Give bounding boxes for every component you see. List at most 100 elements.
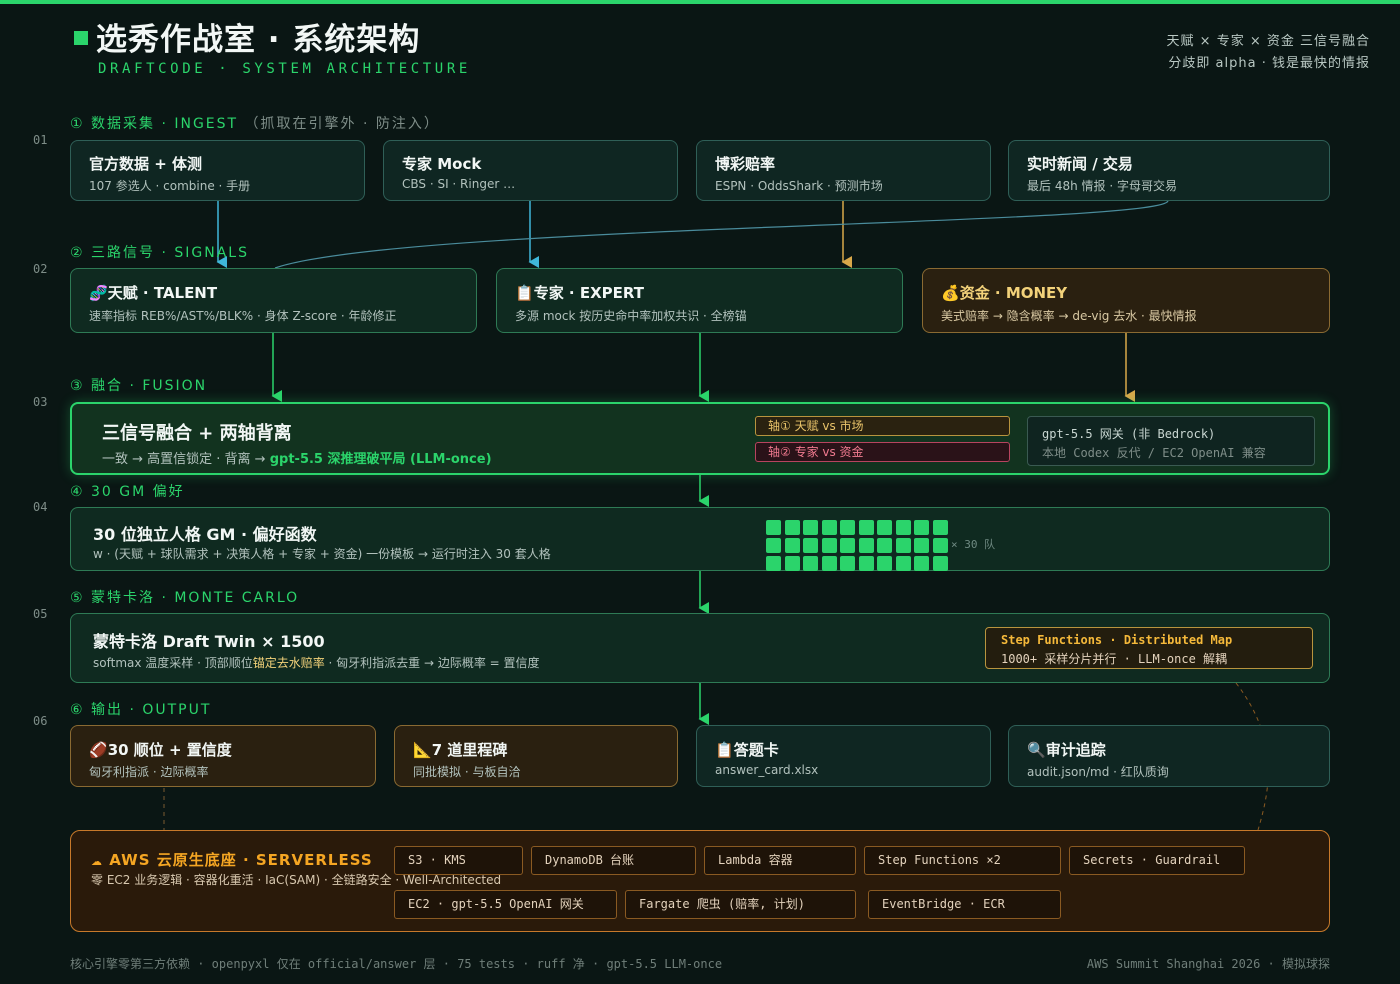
team-square: [932, 556, 948, 571]
mc-subtitle-a: softmax 温度采样 · 顶部顺位: [93, 656, 253, 670]
mc-title: 蒙特卡洛 Draft Twin × 1500: [93, 632, 325, 651]
team-square: [766, 520, 781, 535]
gm-title: 30 位独立人格 GM · 偏好函数: [93, 525, 317, 544]
chip-s3-kms: S3 · KMS: [394, 846, 523, 875]
chip-dynamodb: DynamoDB 台账: [531, 846, 696, 875]
gateway-title: gpt-5.5 网关 (非 Bedrock): [1042, 427, 1216, 441]
box-title: 💰资金 · MONEY: [941, 282, 1067, 303]
axis1-pill: 轴① 天赋 vs 市场: [755, 416, 1010, 436]
box-title: 实时新闻 / 交易: [1027, 155, 1133, 173]
dna-icon: 🧬: [89, 284, 108, 302]
box-subtitle: 同批模拟 · 与板自洽: [413, 765, 521, 779]
output-milestones-title: 7 道里程碑: [431, 741, 508, 759]
box-title: 📋专家 · EXPERT: [515, 282, 644, 303]
fusion-subtitle: 一致 → 高置信锁定 · 背离 → gpt-5.5 深推理破平局 (LLM-on…: [102, 448, 492, 467]
step-functions-box: Step Functions · Distributed Map 1000+ 采…: [985, 627, 1313, 669]
section-ingest-note: （抓取在引擎外 · 防注入）: [244, 116, 440, 132]
output-rankings: 🏈30 顺位 + 置信度 匈牙利指派 · 边际概率: [70, 725, 376, 787]
ingest-official-data: 官方数据 + 体测 107 参选人 · combine · 手册: [70, 140, 365, 201]
team-square: [895, 538, 911, 553]
section-fusion-label: ③ 融合 · FUSION: [70, 378, 208, 394]
team-square: [858, 538, 874, 553]
team-square: [895, 520, 911, 535]
box-subtitle: 匈牙利指派 · 边际概率: [89, 765, 209, 779]
team-square: [784, 538, 800, 553]
team-square: [803, 538, 818, 553]
chip-ec2-gateway: EC2 · gpt-5.5 OpenAI 网关: [394, 890, 617, 919]
team-square: [858, 556, 874, 571]
team-square: [932, 520, 948, 535]
box-subtitle: ESPN · OddsShark · 预测市场: [715, 179, 883, 193]
output-audit-title: 审计追踪: [1045, 741, 1106, 759]
team-square: [914, 520, 929, 535]
box-subtitle: 最后 48h 情报 · 字母哥交易: [1027, 179, 1177, 193]
team-square: [766, 556, 781, 571]
fusion-box: 三信号融合 + 两轴背离 一致 → 高置信锁定 · 背离 → gpt-5.5 深…: [70, 402, 1330, 475]
ingest-expert-mock: 专家 Mock CBS · SI · Ringer …: [383, 140, 678, 201]
money-bag-icon: 💰: [941, 284, 960, 302]
footer-right: AWS Summit Shanghai 2026 · 模拟球探: [1086, 957, 1330, 971]
signal-expert-title: 专家 · EXPERT: [533, 284, 644, 302]
box-subtitle: 美式赔率 → 隐含概率 → de-vig 去水 · 最快情报: [941, 309, 1197, 323]
fusion-subtitle-a: 一致 → 高置信锁定 · 背离 →: [102, 452, 270, 467]
signal-expert: 📋专家 · EXPERT 多源 mock 按历史命中率加权共识 · 全榜锚: [496, 268, 903, 333]
team-square: [932, 538, 948, 553]
team-square: [821, 538, 837, 553]
box-subtitle: 速率指标 REB%/AST%/BLK% · 身体 Z-score · 年龄修正: [89, 309, 397, 323]
box-title: 🏈30 顺位 + 置信度: [89, 739, 232, 760]
aws-title-row: ☁ AWS 云原生底座 · SERVERLESS: [91, 849, 373, 870]
team-square: [914, 538, 929, 553]
football-icon: 🏈: [89, 741, 108, 759]
box-subtitle: CBS · SI · Ringer …: [402, 177, 516, 191]
ingest-live-news: 实时新闻 / 交易 最后 48h 情报 · 字母哥交易: [1008, 140, 1330, 201]
box-subtitle: 多源 mock 按历史命中率加权共识 · 全榜锚: [515, 309, 747, 323]
box-title: 官方数据 + 体测: [89, 155, 203, 173]
signal-money: 💰资金 · MONEY 美式赔率 → 隐含概率 → de-vig 去水 · 最快…: [922, 268, 1330, 333]
box-subtitle: audit.json/md · 红队质询: [1027, 765, 1169, 779]
section-ingest-title: ① 数据采集 · INGEST: [70, 116, 239, 132]
output-audit-trail: 🔍审计追踪 audit.json/md · 红队质询: [1008, 725, 1330, 787]
sf-title: Step Functions · Distributed Map: [1001, 633, 1233, 647]
axis2-pill: 轴② 专家 vs 资金: [755, 442, 1010, 462]
magnifier-icon: 🔍: [1027, 741, 1046, 759]
team-square: [914, 556, 929, 571]
clipboard-icon: 📋: [715, 741, 734, 759]
team-square: [877, 556, 892, 571]
chip-step-functions: Step Functions ×2: [864, 846, 1061, 875]
fusion-subtitle-b: gpt-5.5 深推理破平局 (LLM-once): [269, 452, 492, 467]
box-title: 📐7 道里程碑: [413, 739, 507, 760]
team-square: [803, 556, 818, 571]
team-square: [803, 520, 818, 535]
signal-talent-title: 天赋 · TALENT: [107, 284, 218, 302]
aws-title: AWS 云原生底座 · SERVERLESS: [109, 851, 373, 869]
signal-talent: 🧬天赋 · TALENT 速率指标 REB%/AST%/BLK% · 身体 Z-…: [70, 268, 477, 333]
section-signals-label: ② 三路信号 · SIGNALS: [70, 245, 249, 261]
mc-subtitle-b: 锚定去水赔率: [252, 656, 325, 670]
team-square: [840, 538, 855, 553]
mc-subtitle-c: · 匈牙利指派去重 → 边际概率 = 置信度: [324, 656, 540, 670]
mc-subtitle: softmax 温度采样 · 顶部顺位锚定去水赔率 · 匈牙利指派去重 → 边际…: [93, 654, 540, 671]
gm-subtitle: w · (天赋 + 球队需求 + 决策人格 + 专家 + 资金) 一份模板 → …: [93, 547, 551, 561]
box-subtitle: 107 参选人 · combine · 手册: [89, 179, 251, 193]
box-title: 📋答题卡: [715, 739, 779, 760]
team-grid: [766, 520, 950, 572]
team-square: [840, 556, 855, 571]
section-output-label: ⑥ 输出 · OUTPUT: [70, 702, 212, 718]
sf-subtitle: 1000+ 采样分片并行 · LLM-once 解耦: [1001, 652, 1228, 666]
team-square: [821, 556, 837, 571]
chip-lambda: Lambda 容器: [704, 846, 856, 875]
gm-box: 30 位独立人格 GM · 偏好函数 w · (天赋 + 球队需求 + 决策人格…: [70, 507, 1330, 571]
box-title: 博彩赔率: [715, 155, 776, 173]
fusion-title: 三信号融合 + 两轴背离: [102, 423, 292, 444]
team-square: [821, 520, 837, 535]
box-title: 🧬天赋 · TALENT: [89, 282, 217, 303]
teams-label: × 30 队: [951, 538, 996, 551]
section-ingest-label: ① 数据采集 · INGEST （抓取在引擎外 · 防注入）: [70, 113, 440, 133]
team-square: [784, 556, 800, 571]
footer-left: 核心引擎零第三方依赖 · openpyxl 仅在 official/answer…: [70, 957, 723, 971]
ingest-betting-odds: 博彩赔率 ESPN · OddsShark · 预测市场: [696, 140, 991, 201]
chip-fargate: Fargate 爬虫 (赔率, 计划): [625, 890, 856, 919]
team-square: [877, 520, 892, 535]
clipboard-icon: 📋: [515, 284, 534, 302]
team-square: [766, 538, 781, 553]
